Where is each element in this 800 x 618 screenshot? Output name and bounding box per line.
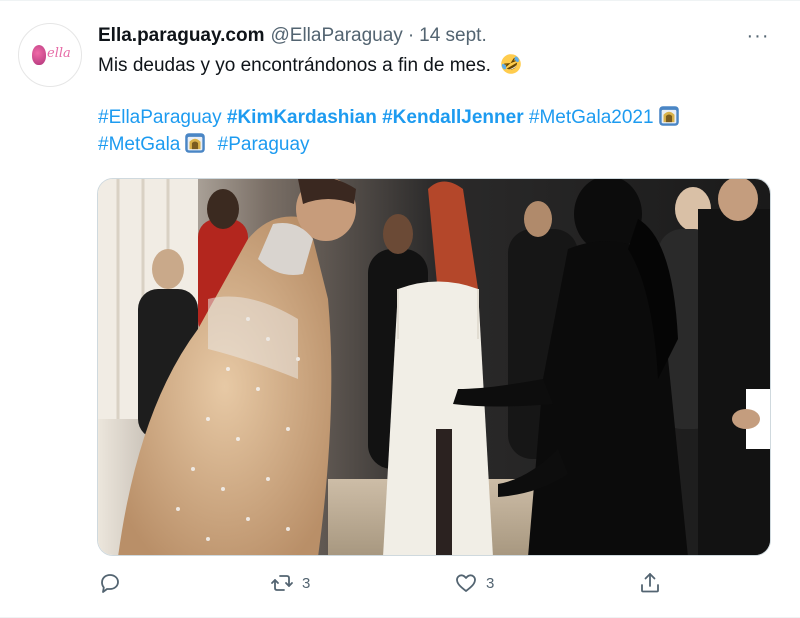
hashtag-line-2: #MetGala #Paraguay [98,132,310,158]
hashtag-kendalljenner[interactable]: #KendallJenner [382,107,524,128]
tweet-card[interactable]: ella Ella.paraguay.com @EllaParaguay · 1… [0,0,800,618]
retweet-icon [271,575,293,591]
like-button[interactable]: 3 [454,571,494,595]
rolling-on-floor-laughing-emoji [501,54,521,74]
retweet-button[interactable]: 3 [270,571,310,595]
avatar[interactable]: ella [18,23,82,87]
met-gala-photo [98,179,770,555]
share-button[interactable] [638,571,670,595]
tweet-text-content: Mis deudas y yo encontrándonos a fin de … [98,55,491,76]
met-gala-emoji [658,106,679,126]
reply-icon [101,574,119,593]
tweet-date[interactable]: 14 sept. [419,25,487,47]
avatar-text: ella [47,46,71,61]
hashtag-paraguay[interactable]: #Paraguay [218,134,310,155]
action-bar: 3 3 [0,571,800,601]
reply-button[interactable] [98,571,130,595]
author-handle[interactable]: @EllaParaguay [271,25,403,47]
separator-dot: · [407,25,415,46]
ella-logo-icon: ella [28,41,72,69]
met-gala-emoji [185,133,206,153]
heart-icon [456,574,476,592]
hashtag-kimkardashian[interactable]: #KimKardashian [227,107,377,128]
more-options-button[interactable]: ··· [744,25,772,47]
tweet-photo[interactable] [97,178,771,556]
retweet-count: 3 [302,574,311,592]
tweet-header: Ella.paraguay.com @EllaParaguay · 14 sep… [98,25,487,49]
like-count: 3 [486,574,495,592]
tweet-text: Mis deudas y yo encontrándonos a fin de … [98,53,522,79]
hashtag-line-1: #EllaParaguay #KimKardashian #KendallJen… [98,105,680,131]
hashtag-ellaparaguay[interactable]: #EllaParaguay [98,107,222,128]
hashtag-metgala[interactable]: #MetGala [98,134,180,155]
author-name[interactable]: Ella.paraguay.com [98,25,265,47]
share-icon [641,573,659,593]
hashtag-metgala2021[interactable]: #MetGala2021 [529,107,654,128]
more-icon: ··· [746,24,770,47]
